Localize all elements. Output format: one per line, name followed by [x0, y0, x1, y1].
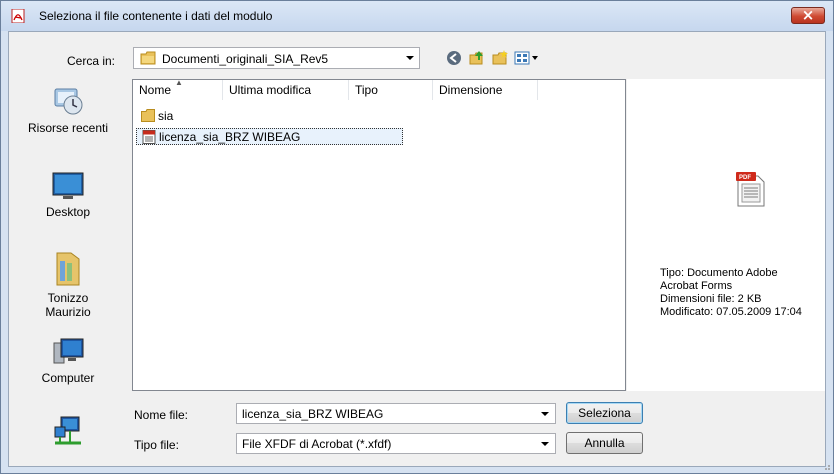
look-in-dropdown[interactable]: Documenti_originali_SIA_Rev5: [133, 47, 420, 69]
column-header-name[interactable]: Nome ▲: [133, 78, 223, 100]
file-type-info-cont: Acrobat Forms: [660, 280, 733, 292]
file-type-dropdown[interactable]: File XFDF di Acrobat (*.xfdf): [236, 433, 556, 454]
file-info: Tipo: Documento Adobe Acrobat Forms Dime…: [660, 267, 802, 319]
look-in-label: Cerca in:: [67, 54, 116, 68]
svg-text:PDF: PDF: [739, 175, 751, 181]
file-dialog-window: Seleziona il file contenente i dati del …: [0, 0, 834, 474]
new-folder-icon[interactable]: [492, 50, 508, 66]
place-label: Computer: [41, 371, 95, 385]
file-type-label: Tipo file:: [134, 438, 179, 452]
folder-icon: [141, 109, 155, 122]
up-folder-icon[interactable]: [469, 50, 485, 66]
acrobat-icon: [11, 9, 25, 23]
place-label: Desktop: [45, 205, 91, 219]
desktop-icon: [52, 172, 84, 199]
file-name-input[interactable]: licenza_sia_BRZ WIBEAG: [236, 403, 556, 424]
file-type-info: Tipo: Documento Adobe: [660, 267, 778, 279]
folder-icon: [140, 51, 156, 65]
resize-grip-icon[interactable]: [821, 461, 831, 471]
file-modified-info: Modificato: 07.05.2009 17:04: [660, 306, 802, 318]
look-in-value: Documenti_originali_SIA_Rev5: [162, 52, 329, 66]
column-label: Tipo: [355, 83, 378, 97]
back-icon[interactable]: [446, 50, 462, 66]
place-computer[interactable]: Computer: [10, 337, 126, 385]
computer-icon: [53, 338, 84, 364]
network-icon: [54, 416, 81, 445]
chevron-down-icon[interactable]: [541, 412, 549, 416]
column-label: Ultima modifica: [229, 83, 312, 97]
file-type-value: File XFDF di Acrobat (*.xfdf): [242, 437, 392, 451]
chevron-down-icon[interactable]: [541, 442, 549, 446]
cancel-button[interactable]: Annulla: [566, 432, 643, 454]
recent-places-icon: [54, 88, 83, 115]
places-bar: Risorse recenti Desktop Tonizzo Maurizio: [10, 77, 126, 465]
list-item[interactable]: licenza_sia_BRZ WIBEAG: [136, 128, 403, 145]
column-header-modified[interactable]: Ultima modifica: [223, 80, 349, 100]
file-name-value: licenza_sia_BRZ WIBEAG: [242, 407, 384, 421]
file-name-label: Nome file:: [134, 408, 189, 422]
place-recent[interactable]: Risorse recenti: [10, 85, 126, 135]
column-label: Nome: [139, 83, 172, 97]
place-label: Tonizzo Maurizio: [45, 291, 91, 319]
user-folder-icon: [56, 252, 80, 286]
preview-pane: PDF Tipo: Documento Adobe Acrobat Forms …: [627, 79, 825, 391]
file-name: sia: [158, 109, 174, 123]
view-dropdown-arrow-icon[interactable]: [532, 56, 538, 60]
xfdf-file-icon: [142, 130, 156, 144]
place-network[interactable]: [10, 415, 126, 451]
title-bar[interactable]: Seleziona il file contenente i dati del …: [1, 1, 833, 31]
column-header-size[interactable]: Dimensione: [433, 80, 538, 100]
dialog-title: Seleziona il file contenente i dati del …: [39, 9, 273, 23]
file-list[interactable]: Nome ▲ Ultima modifica Tipo Dimensione s…: [132, 78, 626, 391]
file-name: licenza_sia_BRZ WIBEAG: [159, 130, 301, 144]
place-user-folder[interactable]: Tonizzo Maurizio: [10, 251, 126, 319]
view-menu-icon[interactable]: [514, 50, 530, 66]
column-label: Dimensione: [439, 83, 503, 97]
open-button[interactable]: Seleziona: [566, 402, 643, 424]
place-label: Risorse recenti: [27, 121, 109, 135]
place-desktop[interactable]: Desktop: [10, 171, 126, 219]
list-item[interactable]: sia: [136, 108, 256, 125]
close-button[interactable]: [791, 6, 825, 24]
file-size-info: Dimensioni file: 2 KB: [660, 293, 762, 305]
sort-up-icon: ▲: [175, 78, 183, 87]
pdf-document-icon: PDF: [736, 172, 765, 207]
chevron-down-icon[interactable]: [406, 56, 414, 60]
column-header-type[interactable]: Tipo: [349, 80, 433, 100]
